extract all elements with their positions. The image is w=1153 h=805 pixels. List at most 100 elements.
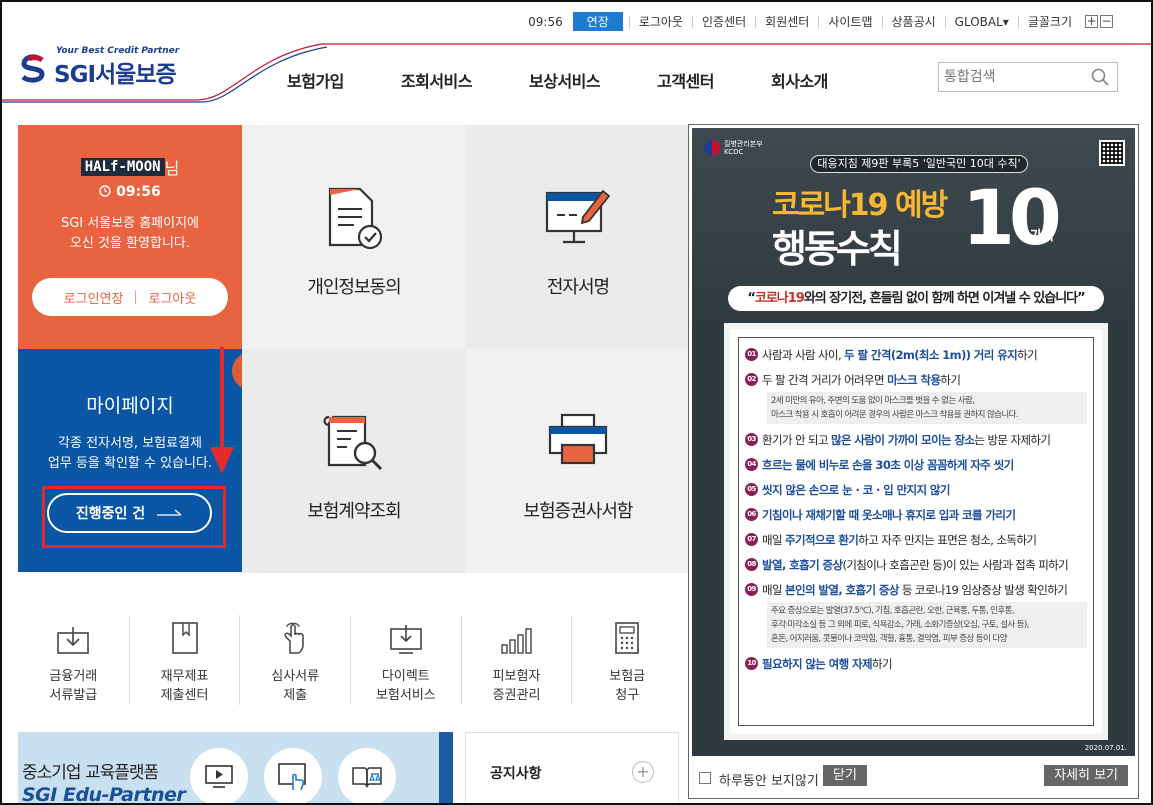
nav-compensation[interactable]: 보상서비스 <box>529 68 601 92</box>
user-suffix: 님 <box>164 159 180 178</box>
rule-text: 매일 본인의 발열, 호흡기 증상 등 코로나19 임상증상 발생 확인하기 <box>762 583 1068 598</box>
rule-number: 10 <box>745 657 758 670</box>
font-increase-button[interactable]: + <box>1085 15 1098 28</box>
welcome-line-1: SGI 서울보증 홈페이지에 <box>60 216 200 231</box>
util-logout-link[interactable]: 로그아웃 <box>628 15 692 28</box>
util-member-link[interactable]: 회원센터 <box>755 15 818 28</box>
session-timer: 09:56 <box>18 184 242 200</box>
document-check-icon <box>328 187 383 250</box>
tile-contract-inquiry[interactable]: 보험계약조회 <box>242 349 466 573</box>
util-sitemap-link[interactable]: 사이트맵 <box>818 15 881 28</box>
browser-frame: 09:56 연장 로그아웃 인증센터 회원센터 사이트맵 상품공시 GLOBAL… <box>0 0 1153 805</box>
quick-claim[interactable]: 보험금 청구 <box>571 615 682 705</box>
sgi-logo-mark-icon <box>21 54 45 83</box>
rule-number: 07 <box>745 533 758 546</box>
rule-text-a: 매일 <box>762 583 786 597</box>
util-product-link[interactable]: 상품공시 <box>881 15 945 28</box>
quick-financial-statement[interactable]: 재무제표 제출센터 <box>128 615 240 705</box>
popup-image[interactable]: 질병관리본부 KCDC 대응지침 제9판 부록5 '일반국민 10대 수칙' 코로… <box>692 128 1135 756</box>
rules-list: 01 사람과 사람 사이, 두 팔 간격(2m(최소 1m)) 거리 유지하기 02… <box>738 337 1094 726</box>
search-icon[interactable] <box>1091 68 1109 86</box>
nav-insurance[interactable]: 보험가입 <box>287 68 344 92</box>
dont-show-checkbox[interactable] <box>699 772 711 784</box>
rule-item: 09 매일 본인의 발열, 호흡기 증상 등 코로나19 임상증상 발생 확인하기 <box>745 583 1087 598</box>
quick-financial-docs[interactable]: 금융거래 서류발급 <box>18 615 129 705</box>
rule-item: 10 필요하지 않는 여행 자제하기 <box>745 657 1087 672</box>
search-input[interactable] <box>939 63 1079 91</box>
rule-text: 두 팔 간격 거리가 어려우면 마스크 착용하기 <box>762 373 961 388</box>
popup-close-button[interactable]: 닫기 <box>823 765 867 786</box>
rule-number: 02 <box>745 373 758 386</box>
rule-number: 09 <box>745 583 758 596</box>
util-cert-link[interactable]: 인증센터 <box>691 15 755 28</box>
quick-direct-service[interactable]: 다이렉트보험서비스 <box>350 615 461 705</box>
monitor-pen-icon <box>545 189 611 244</box>
utility-bar: 09:56 연장 로그아웃 인증센터 회원센터 사이트맵 상품공시 GLOBAL… <box>528 12 1113 31</box>
quick-label-2: 제출 <box>283 688 308 703</box>
rule-text-c: 하기 <box>940 373 961 387</box>
rule-text: 기침이나 재채기할 때 옷소매나 휴지로 입과 코를 가리기 <box>762 508 1016 523</box>
edu-legal-button[interactable] <box>338 748 396 803</box>
util-global-dropdown[interactable]: GLOBAL▾ <box>944 15 1018 28</box>
edu-brand: SGI Edu-Partner <box>22 784 186 805</box>
rule-text-b: 발열, 호흡기 증상 <box>762 558 843 572</box>
rule-text-c: 하기 <box>1017 348 1038 362</box>
quick-review-docs[interactable]: 심사서류 제출 <box>239 615 350 705</box>
quick-insured-policy[interactable]: 피보험자증권관리 <box>460 615 572 705</box>
tile-privacy-consent[interactable]: 개인정보동의 <box>242 125 466 349</box>
user-greeting: HALf-MOON 님 <box>18 155 242 179</box>
rule-text-a: 두 팔 간격 거리가 어려우면 <box>762 373 888 387</box>
session-extend-button[interactable]: 연장 <box>572 12 623 31</box>
tile-label: 보험증권사서함 <box>523 501 634 522</box>
bookmark-book-icon <box>171 622 198 654</box>
printer-icon <box>548 413 608 465</box>
popup-gaji: 가지 <box>1030 229 1054 244</box>
tile-e-signature[interactable]: 전자서명 <box>466 125 690 349</box>
rule-text-b: 씻지 않은 손으로 눈 · 코 · 입 만지지 않기 <box>762 483 950 497</box>
rule-number: 06 <box>745 508 758 521</box>
org-abbr: KCDC <box>724 148 744 156</box>
logout-button[interactable]: 로그아웃 <box>136 288 208 307</box>
quick-label-1: 재무제표 <box>160 669 209 684</box>
rule-text-a: 매일 <box>762 533 786 547</box>
login-extend-button[interactable]: 로그인연장 <box>52 288 136 307</box>
nav-inquiry[interactable]: 조회서비스 <box>401 68 473 92</box>
notice-more-button[interactable]: + <box>632 761 654 783</box>
edu-video-button[interactable] <box>190 748 248 803</box>
quick-label-2: 보험서비스 <box>375 688 436 703</box>
rule-text-a: 사람과 사람 사이, <box>762 348 845 362</box>
welcome-line-2: 오신 것을 환영합니다. <box>69 236 191 251</box>
quick-label-1: 피보험자 <box>492 669 541 684</box>
welcome-message: SGI 서울보증 홈페이지에 오신 것을 환영합니다. <box>18 214 242 254</box>
kcdc-logo: 질병관리본부 KCDC <box>704 140 763 156</box>
rules-card: 01 사람과 사람 사이, 두 팔 간격(2m(최소 1m)) 거리 유지하기 02… <box>724 323 1108 740</box>
edu-title: 중소기업 교육플랫폼 <box>22 763 159 783</box>
tile-label: 개인정보동의 <box>307 277 401 298</box>
popup-heading-2: 행동수칙 <box>772 227 903 271</box>
popup-more-button[interactable]: 자세히 보기 <box>1044 765 1128 786</box>
tile-policy-mailbox[interactable]: 보험증권사서함 <box>466 349 690 573</box>
notice-title: 공지사항 <box>490 766 542 782</box>
book-scale-icon <box>352 767 382 788</box>
note-line: 혼돈, 어지러움, 콧물이나 코막힘, 객혈, 흉통, 결막염, 피부 증상 등… <box>771 634 1007 644</box>
rule-note: 주요 증상으로는 발열(37.5℃), 기침, 호흡곤란, 오한, 근육통, 두… <box>767 602 1087 648</box>
dont-show-label: 하루동안 보지않기 <box>719 774 819 789</box>
edu-touch-button[interactable] <box>264 748 322 803</box>
rule-number: 08 <box>745 558 758 571</box>
rule-number: 01 <box>745 348 758 361</box>
quick-label-1: 다이렉트 <box>381 669 430 684</box>
edu-partner-banner[interactable]: 중소기업 교육플랫폼 SGI Edu-Partner <box>18 732 453 805</box>
nav-company[interactable]: 회사소개 <box>771 68 828 92</box>
edu-stripe <box>439 732 453 803</box>
font-decrease-button[interactable]: − <box>1100 15 1113 28</box>
quick-label-2: 증권관리 <box>492 688 541 703</box>
rule-text-b: 흐르는 물에 비누로 손을 30초 이상 꼼꼼하게 자주 씻기 <box>762 458 1014 472</box>
kcdc-emblem-icon <box>704 140 720 156</box>
quick-label-1: 금융거래 <box>49 669 98 684</box>
rule-text-b: 마스크 착용 <box>887 373 941 387</box>
qr-code-icon <box>1099 140 1125 166</box>
util-fontsize-label: 글꼴크기 <box>1017 15 1081 28</box>
quote-highlight: 코로나19 <box>754 291 805 306</box>
rule-text-c: 는 방문 자제하기 <box>974 433 1051 447</box>
nav-customer-center[interactable]: 고객센터 <box>657 68 714 92</box>
